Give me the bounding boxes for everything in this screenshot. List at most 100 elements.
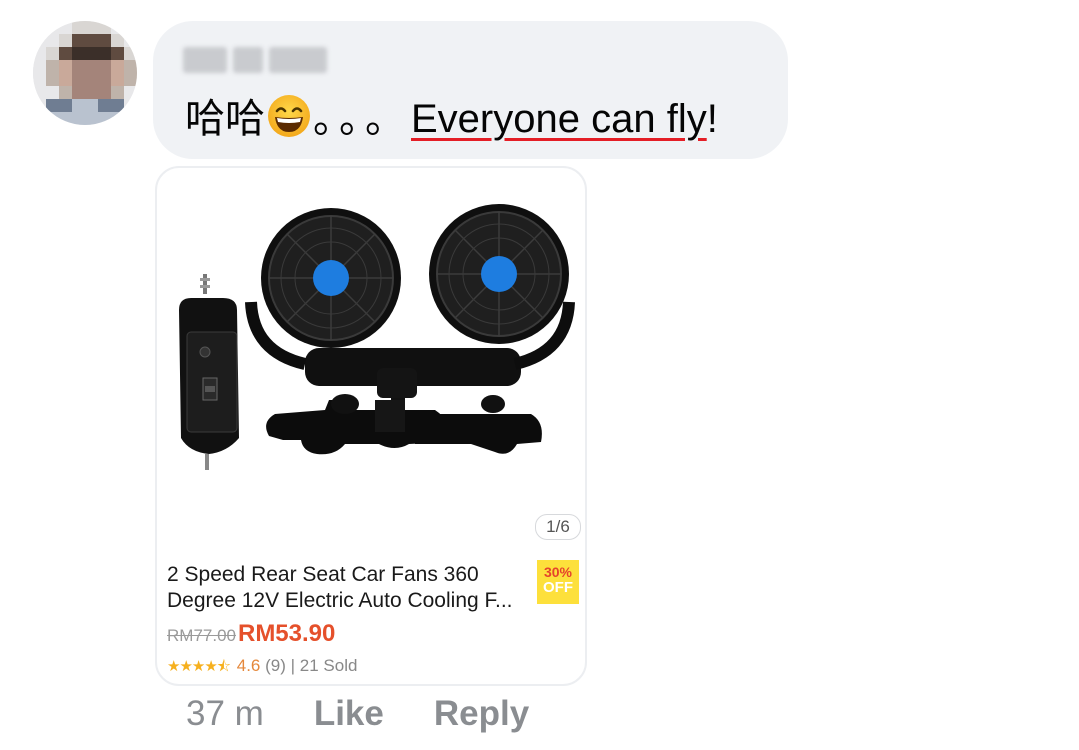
comment-thread: 哈哈 。。。Everyone can fly! 1/6 2 Speed Rear… xyxy=(0,0,1079,750)
avatar-pixel xyxy=(85,34,98,47)
avatar-pixel xyxy=(46,112,59,125)
avatar-pixel xyxy=(98,99,111,112)
avatar-pixel xyxy=(33,86,46,99)
avatar-pixel xyxy=(59,60,72,73)
avatar-pixel xyxy=(33,73,46,86)
avatar-pixel xyxy=(124,34,137,47)
avatar-pixel xyxy=(33,60,46,73)
avatar-pixel xyxy=(72,86,85,99)
avatar-pixel xyxy=(85,99,98,112)
avatar-pixel xyxy=(46,21,59,34)
avatar-pixel xyxy=(85,47,98,60)
avatar-pixel xyxy=(59,99,72,112)
avatar-pixel xyxy=(111,21,124,34)
avatar-pixel xyxy=(85,112,98,125)
avatar-pixel xyxy=(124,47,137,60)
author-name-part xyxy=(233,47,263,73)
avatar-pixel xyxy=(124,99,137,112)
rating-row: ★★★★⯪ 4.6 (9) | 21 Sold xyxy=(167,656,357,681)
sale-price: RM53.90 xyxy=(237,620,336,647)
avatar-pixel xyxy=(59,34,72,47)
comment-timestamp[interactable]: 37 m xyxy=(186,694,264,733)
avatar-pixel xyxy=(124,86,137,99)
price-row: RM77.00RM53.90 xyxy=(167,620,335,648)
avatar-pixel xyxy=(124,112,137,125)
avatar-pixel xyxy=(98,21,111,34)
avatar-pixel xyxy=(85,86,98,99)
product-title-line2: Degree 12V Electric Auto Cooling F... xyxy=(167,589,513,612)
rating-stars-icon: ★★★★⯪ xyxy=(167,658,231,675)
avatar-pixel xyxy=(46,86,59,99)
avatar-pixel xyxy=(46,73,59,86)
product-title-line1: 2 Speed Rear Seat Car Fans 360 xyxy=(167,563,479,586)
avatar-pixel xyxy=(59,73,72,86)
avatar-pixel xyxy=(59,21,72,34)
avatar-pixel xyxy=(98,112,111,125)
original-price: RM77.00 xyxy=(167,626,236,645)
avatar-pixel xyxy=(111,86,124,99)
left-fan xyxy=(245,208,401,370)
avatar-pixel xyxy=(111,47,124,60)
avatar-pixel xyxy=(59,112,72,125)
avatar-pixel xyxy=(33,99,46,112)
avatar-pixel xyxy=(98,47,111,60)
avatar-pixel xyxy=(72,21,85,34)
avatar-pixel xyxy=(72,60,85,73)
avatar-pixel xyxy=(111,112,124,125)
avatar-pixel xyxy=(59,86,72,99)
reply-button[interactable]: Reply xyxy=(434,694,529,733)
avatar-pixel xyxy=(72,47,85,60)
avatar-pixel xyxy=(46,47,59,60)
avatar-pixel xyxy=(124,21,137,34)
product-title[interactable]: 2 Speed Rear Seat Car Fans 360 Degree 12… xyxy=(167,562,527,614)
avatar-pixel xyxy=(85,21,98,34)
avatar[interactable] xyxy=(33,21,137,125)
comment-link[interactable]: Everyone can fly xyxy=(411,97,707,141)
image-pager[interactable]: 1/6 xyxy=(535,514,581,540)
avatar-pixel xyxy=(124,73,137,86)
avatar-pixel xyxy=(98,34,111,47)
author-name-blurred[interactable] xyxy=(183,43,327,77)
fan-controller xyxy=(179,274,239,470)
rating-count: (9) xyxy=(265,656,286,675)
product-card[interactable]: 1/6 2 Speed Rear Seat Car Fans 360 Degre… xyxy=(155,166,587,686)
avatar-pixel xyxy=(72,99,85,112)
comment-text: 哈哈 。。。Everyone can fly! xyxy=(185,93,718,145)
avatar-pixel xyxy=(85,60,98,73)
avatar-pixel xyxy=(46,34,59,47)
comment-text-suffix: ! xyxy=(706,97,718,141)
comment-text-dots: 。。。 xyxy=(313,96,411,142)
avatar-pixel xyxy=(111,73,124,86)
avatar-pixel xyxy=(33,47,46,60)
avatar-pixel xyxy=(124,60,137,73)
author-name-part xyxy=(183,47,227,73)
avatar-pixel xyxy=(33,21,46,34)
avatar-pixel xyxy=(72,73,85,86)
author-name-part xyxy=(269,47,327,73)
avatar-pixel xyxy=(33,112,46,125)
avatar-pixel xyxy=(98,73,111,86)
grinning-emoji-icon xyxy=(268,95,310,137)
avatar-pixel xyxy=(46,60,59,73)
avatar-pixel xyxy=(111,34,124,47)
avatar-image xyxy=(33,21,137,125)
rating-value: 4.6 xyxy=(236,656,261,675)
comment-text-prefix: 哈哈 xyxy=(185,96,265,142)
avatar-pixel xyxy=(98,60,111,73)
avatar-pixel xyxy=(72,112,85,125)
avatar-pixel xyxy=(33,34,46,47)
like-button[interactable]: Like xyxy=(314,694,384,733)
avatar-pixel xyxy=(59,47,72,60)
dual-car-fan-image[interactable] xyxy=(165,182,579,482)
avatar-pixel xyxy=(98,86,111,99)
discount-badge: 30% OFF xyxy=(537,560,579,604)
discount-percent: 30% xyxy=(543,564,573,580)
avatar-pixel xyxy=(46,99,59,112)
avatar-pixel xyxy=(111,60,124,73)
avatar-pixel xyxy=(85,73,98,86)
avatar-pixel xyxy=(111,99,124,112)
right-fan xyxy=(429,204,575,370)
avatar-pixel xyxy=(72,34,85,47)
discount-off-label: OFF xyxy=(543,579,573,596)
comment-actions: 37 m Like Reply xyxy=(186,694,529,740)
